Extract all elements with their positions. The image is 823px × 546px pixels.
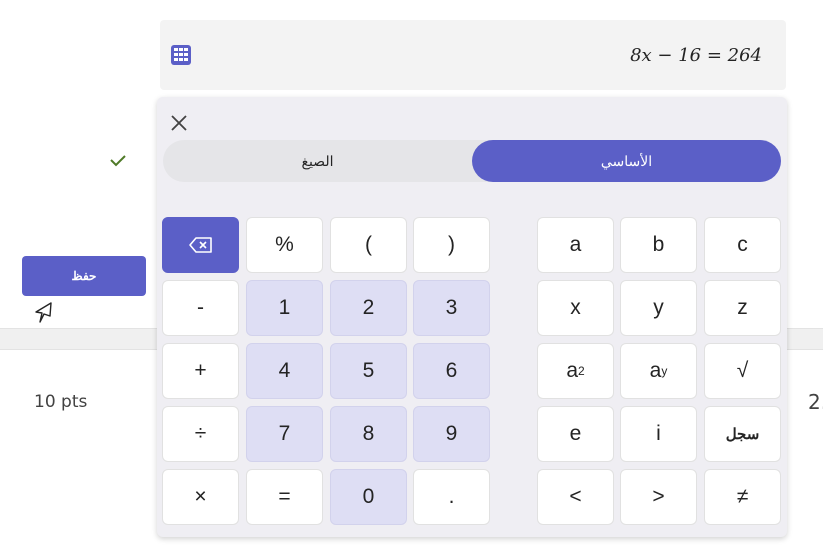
question-number-fragment: 2.: [808, 390, 823, 414]
close-keyboard-button[interactable]: [167, 111, 191, 135]
key-4[interactable]: 4: [246, 343, 323, 399]
keyboard-tabs: الصيغ الأساسي: [163, 140, 781, 182]
key-6[interactable]: 6: [413, 343, 490, 399]
key-divide[interactable]: ÷: [162, 406, 239, 462]
calculator-icon[interactable]: [170, 44, 192, 66]
key-minus[interactable]: -: [162, 280, 239, 336]
tab-basic[interactable]: الأساسي: [472, 140, 781, 182]
key-8[interactable]: 8: [330, 406, 407, 462]
key-plus[interactable]: +: [162, 343, 239, 399]
key-greater-than[interactable]: >: [620, 469, 697, 525]
tab-formulas[interactable]: الصيغ: [163, 140, 472, 182]
key-b[interactable]: b: [620, 217, 697, 273]
key-power[interactable]: ay: [620, 343, 697, 399]
key-close-paren[interactable]: ): [413, 217, 490, 273]
key-0[interactable]: 0: [330, 469, 407, 525]
close-icon: [171, 115, 187, 131]
key-square-exponent: 2: [578, 364, 585, 378]
key-equals[interactable]: =: [246, 469, 323, 525]
backspace-icon: [188, 237, 212, 253]
key-open-paren[interactable]: (: [330, 217, 407, 273]
key-multiply[interactable]: ×: [162, 469, 239, 525]
key-1[interactable]: 1: [246, 280, 323, 336]
backspace-key[interactable]: [162, 217, 239, 273]
points-label: 10 pts: [34, 392, 88, 412]
key-power-exponent: y: [661, 364, 668, 378]
key-x[interactable]: x: [537, 280, 614, 336]
key-e[interactable]: e: [537, 406, 614, 462]
key-percent[interactable]: %: [246, 217, 323, 273]
key-7[interactable]: 7: [246, 406, 323, 462]
equation-editor: [160, 20, 786, 90]
key-9[interactable]: 9: [413, 406, 490, 462]
key-5[interactable]: 5: [330, 343, 407, 399]
key-3[interactable]: 3: [413, 280, 490, 336]
key-sqrt[interactable]: √: [704, 343, 781, 399]
key-a[interactable]: a: [537, 217, 614, 273]
key-not-equal[interactable]: ≠: [704, 469, 781, 525]
key-less-than[interactable]: <: [537, 469, 614, 525]
key-2[interactable]: 2: [330, 280, 407, 336]
key-square[interactable]: a2: [537, 343, 614, 399]
key-i[interactable]: i: [620, 406, 697, 462]
checkmark-icon: [110, 155, 126, 167]
save-button[interactable]: حفظ: [22, 256, 146, 296]
key-decimal[interactable]: .: [413, 469, 490, 525]
equation-input[interactable]: [204, 32, 776, 78]
key-c[interactable]: c: [704, 217, 781, 273]
key-z[interactable]: z: [704, 280, 781, 336]
key-log[interactable]: سجل: [704, 406, 781, 462]
math-keyboard-panel: الصيغ الأساسي % ( ) a b c - 1 2 3 x y z …: [157, 97, 787, 537]
key-y[interactable]: y: [620, 280, 697, 336]
key-square-base: a: [566, 359, 578, 382]
key-power-base: a: [649, 359, 662, 382]
pointer-cursor-icon: [35, 302, 52, 323]
